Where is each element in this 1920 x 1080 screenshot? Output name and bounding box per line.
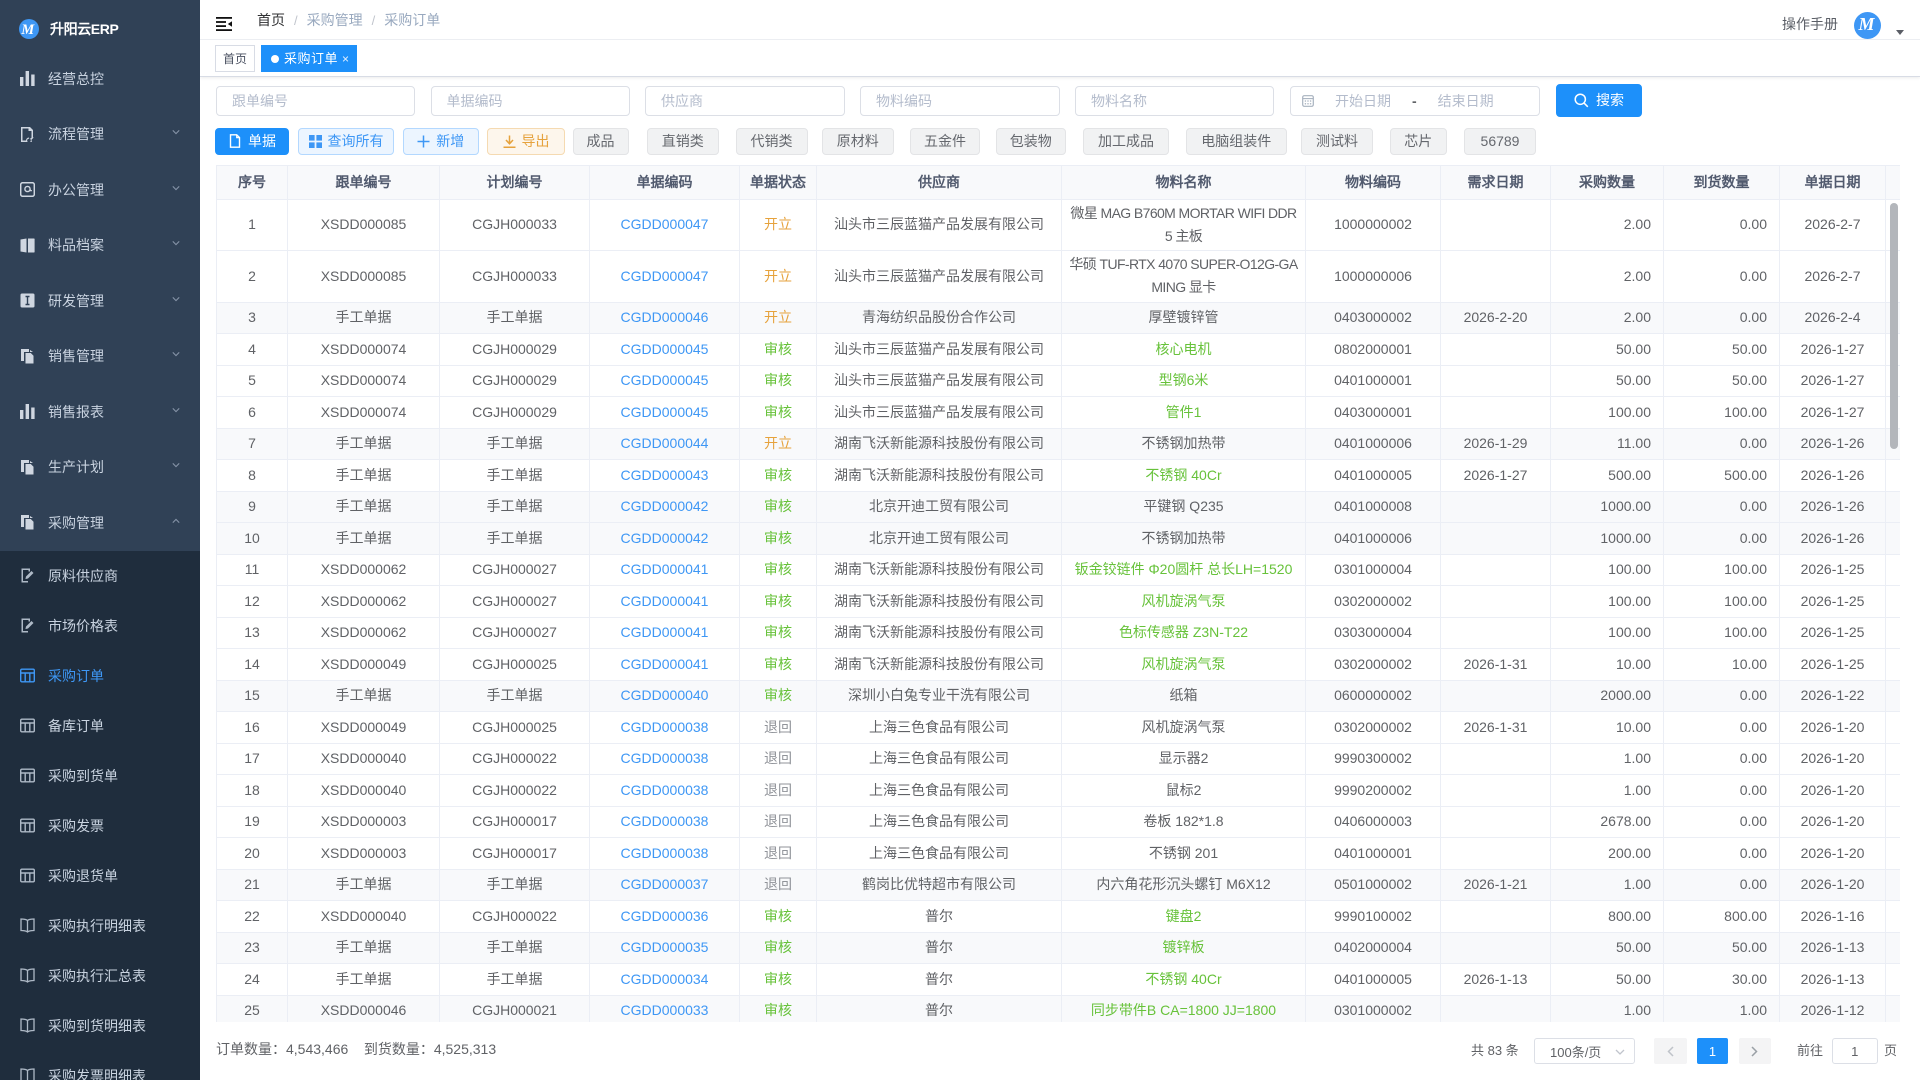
svg-text:M: M	[20, 22, 35, 38]
